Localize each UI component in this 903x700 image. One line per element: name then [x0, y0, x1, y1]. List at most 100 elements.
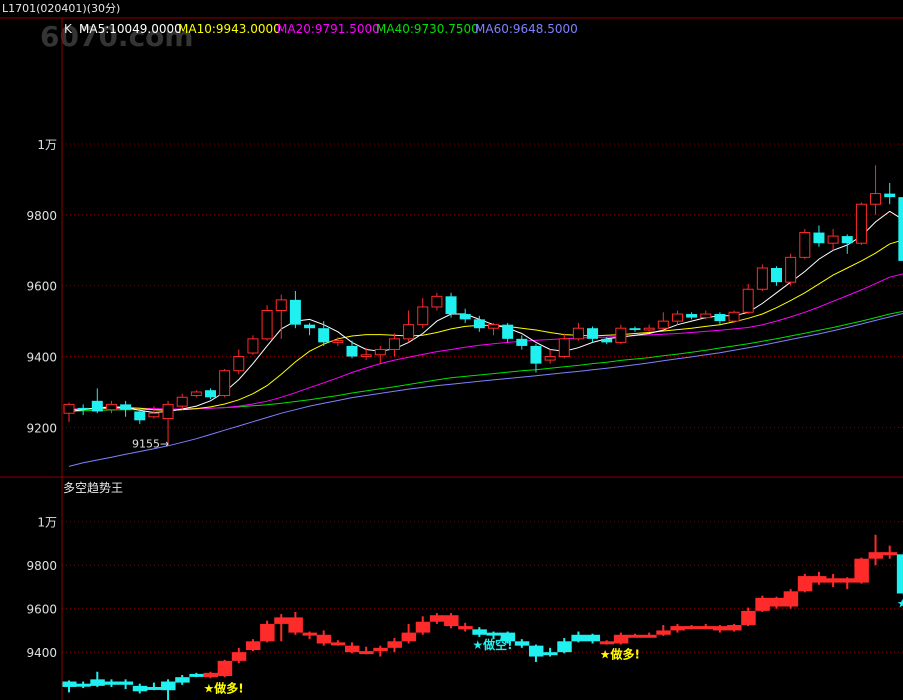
sub-y-tick-label: 1万	[37, 516, 57, 530]
trend-bar	[415, 621, 431, 633]
legend-item: MA5:10049.0000	[79, 22, 182, 36]
legend-item: MA60:9648.5000	[475, 22, 578, 36]
trend-bar	[217, 660, 233, 677]
trend-bar	[231, 652, 247, 661]
candle-body	[629, 328, 641, 330]
candle-body	[318, 328, 330, 343]
trend-bar	[146, 686, 162, 690]
candle-body	[190, 391, 202, 397]
trend-bar	[882, 552, 898, 556]
candle-body	[671, 313, 683, 322]
trend-bar	[599, 641, 615, 645]
trend-bar	[302, 632, 318, 636]
trend-bar	[458, 626, 473, 630]
candle-body	[105, 403, 117, 411]
trend-bar	[387, 641, 402, 648]
candle-body	[643, 327, 655, 331]
trend-bar	[684, 626, 700, 630]
trend-bar	[741, 610, 756, 625]
trend-bar	[698, 626, 714, 630]
trend-bar	[76, 683, 91, 687]
trend-bar	[132, 685, 148, 692]
trend-bar	[401, 632, 417, 642]
trend-signal-label: ★做多!	[204, 680, 244, 695]
candle-body	[884, 193, 896, 198]
trend-bar	[585, 634, 601, 642]
candle-body	[219, 370, 231, 397]
trend-bar	[613, 634, 629, 644]
candle-body	[431, 295, 443, 308]
candle-body	[587, 328, 599, 339]
candle-body	[728, 311, 740, 322]
ma10-line	[68, 239, 903, 411]
candle-body	[332, 340, 344, 343]
trend-bar	[486, 632, 501, 636]
trend-bar	[316, 634, 332, 644]
candle-body	[756, 267, 768, 290]
trend-bar	[783, 591, 799, 607]
trend-bar	[104, 681, 119, 685]
trend-bar	[656, 630, 671, 635]
trend-bar	[854, 558, 869, 583]
candle-body	[247, 338, 259, 354]
trend-bar	[826, 578, 841, 583]
trend-bar	[797, 576, 813, 592]
main-panel: 9200 9400 9600 9800 1万 9155→	[26, 138, 903, 467]
trend-signal-label: ★做空!	[472, 637, 512, 652]
legend-item: MA40:9730.7500	[376, 22, 479, 36]
trend-bar	[62, 681, 77, 687]
candle-body	[205, 390, 216, 398]
candle-body	[374, 348, 386, 356]
candle-body	[91, 400, 103, 412]
trend-bar	[260, 623, 275, 642]
candle-body	[714, 314, 726, 322]
candle-body	[601, 338, 613, 343]
ma60-line	[68, 313, 903, 467]
candle-body	[120, 404, 132, 410]
trend-bar	[840, 578, 855, 583]
candle-body	[403, 324, 415, 340]
trend-bar	[330, 642, 346, 646]
candle-body	[148, 412, 160, 418]
trend-bar	[514, 641, 530, 646]
candle-body	[544, 356, 556, 361]
candle-body	[162, 403, 174, 420]
ma20-line	[69, 273, 903, 410]
legend-item: MA20:9791.5000	[277, 22, 380, 36]
trend-bar	[288, 617, 303, 633]
trend-bar	[245, 641, 261, 650]
candle-body	[700, 313, 712, 319]
candle-body	[771, 267, 782, 283]
trend-bar	[161, 681, 176, 691]
trend-bar	[528, 645, 544, 657]
trend-bar	[543, 652, 558, 656]
trend-bar	[642, 634, 657, 638]
trend-bar	[429, 615, 445, 622]
legend-item: MA10:9943.0000	[178, 22, 281, 36]
trend-bar	[628, 634, 643, 638]
trend-bar	[896, 554, 903, 594]
main-y-tick-label: 9200	[26, 421, 57, 435]
trend-signal-label: ★做多!	[600, 647, 640, 662]
candle-body	[785, 256, 797, 283]
trend-bar	[373, 647, 388, 652]
futures-chart[interactable]: L1701(020401)(30分) 6070.com K MA5:10049.…	[0, 0, 903, 700]
ma5-line	[68, 210, 903, 414]
candle-body	[346, 345, 358, 357]
candle-body	[572, 327, 584, 340]
candle-body	[898, 197, 903, 261]
trend-bar	[472, 629, 487, 635]
trend-bar	[571, 634, 586, 642]
candle-body	[855, 203, 867, 244]
trend-signal-label: ★做空!	[897, 596, 903, 611]
candle-body	[275, 299, 287, 311]
main-y-tick-label: 1万	[37, 138, 57, 152]
low-price-annotation: 9155→	[132, 437, 169, 450]
ma-legend: MA5:10049.0000MA10:9943.0000MA20:9791.50…	[79, 22, 578, 36]
candle-body	[304, 324, 316, 329]
trend-bar	[557, 641, 572, 653]
candle-body	[134, 411, 146, 421]
main-y-tick-label: 9800	[26, 209, 57, 223]
candle-body	[530, 345, 542, 364]
trend-bar	[769, 597, 784, 607]
